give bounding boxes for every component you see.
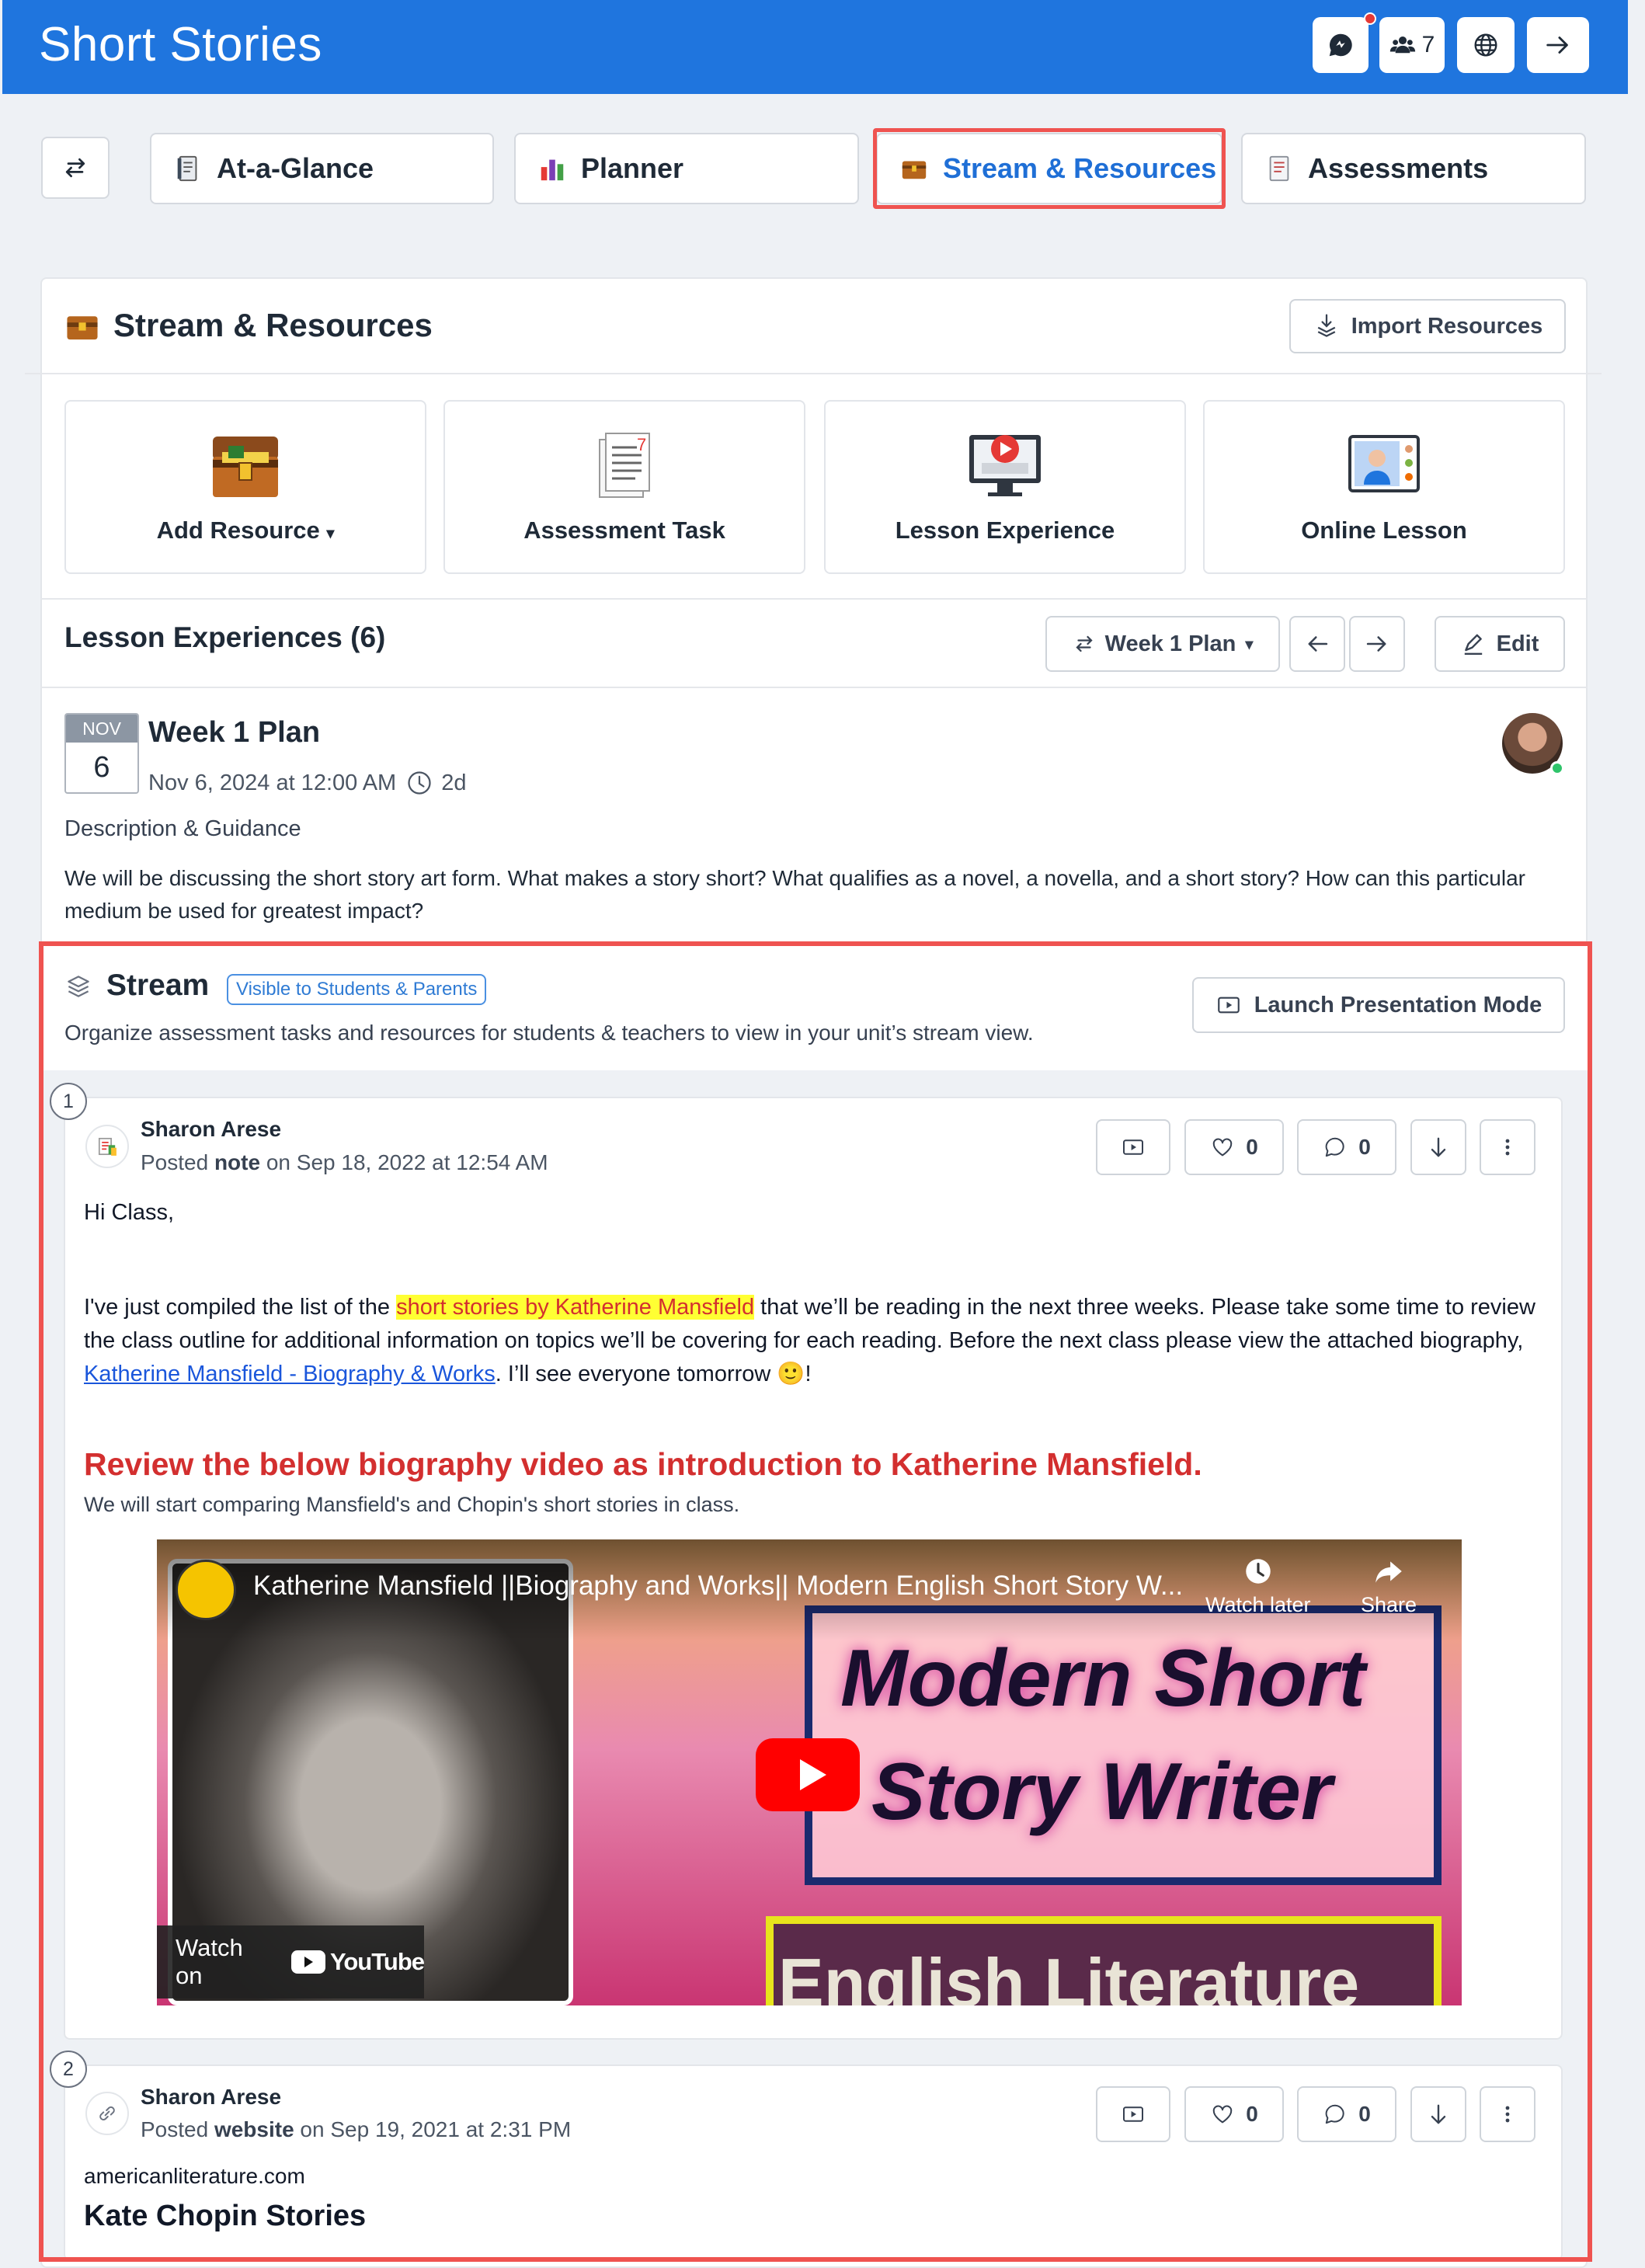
chevron-down-icon: ▾ <box>1245 635 1254 653</box>
add-resource-tile[interactable]: Add Resource ▾ <box>64 400 426 574</box>
tab-highlight-outline <box>873 128 1226 209</box>
tab-label: Assessments <box>1308 152 1489 184</box>
plan-date-text: Nov 6, 2024 at 12:00 AM <box>148 770 397 795</box>
pencil-icon <box>1464 634 1482 655</box>
document-icon <box>1269 155 1289 182</box>
description-text: We will be discussing the short story ar… <box>64 866 1525 923</box>
plan-date: Nov 6, 2024 at 12:00 AM 2d <box>148 769 466 797</box>
members-button[interactable]: 7 <box>1379 17 1445 73</box>
divider <box>40 687 1588 688</box>
lesson-experience-tile[interactable]: Lesson Experience <box>824 400 1186 574</box>
tile-label: Assessment Task <box>523 517 725 544</box>
swap-arrows-icon <box>65 158 85 178</box>
lesson-experiences-title: Lesson Experiences (6) <box>64 621 386 653</box>
arrow-left-icon <box>1308 636 1328 652</box>
calendar-day: 6 <box>93 751 110 784</box>
stream-highlight-outline <box>39 941 1592 2262</box>
description-heading: Description & Guidance <box>64 816 301 841</box>
week-plan-label: Week 1 Plan <box>1104 631 1236 656</box>
calendar-month: NOV <box>66 715 137 743</box>
users-icon <box>1389 36 1415 54</box>
notebook-icon <box>177 155 197 182</box>
chat-icon <box>1329 33 1352 57</box>
divider <box>40 598 1588 600</box>
treasure-chest-icon <box>213 437 278 497</box>
tab-label: At-a-Glance <box>217 152 374 184</box>
import-stack-icon <box>1317 314 1336 337</box>
tile-label: Online Lesson <box>1301 517 1467 544</box>
calendar-date-badge: NOV 6 <box>64 713 139 794</box>
tile-label: Add Resource ▾ <box>156 517 335 544</box>
import-resources-button[interactable]: Import Resources <box>1289 299 1566 353</box>
next-plan-button[interactable] <box>1349 616 1405 672</box>
assessment-document-icon: 7 <box>599 433 650 498</box>
presentation-screen-icon <box>969 435 1041 496</box>
divider <box>25 373 1602 374</box>
section-title: Stream & Resources <box>113 307 433 343</box>
svg-text:7: 7 <box>637 435 646 454</box>
swap-arrows-icon <box>1076 635 1093 652</box>
online-status-dot <box>1550 761 1564 775</box>
plan-title: Week 1 Plan <box>148 716 321 749</box>
week-plan-dropdown[interactable]: Week 1 Plan ▾ <box>1045 616 1280 672</box>
arrow-right-icon <box>1546 37 1568 54</box>
language-button[interactable] <box>1457 17 1515 73</box>
edit-label: Edit <box>1496 631 1539 656</box>
plan-duration: 2d <box>441 770 467 795</box>
tab-assessments[interactable]: Assessments <box>1241 133 1586 204</box>
import-label: Import Resources <box>1351 313 1543 339</box>
notification-dot <box>1364 12 1376 25</box>
clock-icon <box>408 771 431 795</box>
arrow-right-icon <box>1366 636 1386 652</box>
tab-at-a-glance[interactable]: At-a-Glance <box>150 133 494 204</box>
online-lesson-tile[interactable]: Online Lesson <box>1203 400 1565 574</box>
edit-button[interactable]: Edit <box>1435 616 1565 672</box>
sidebar-toggle-button[interactable] <box>41 137 110 199</box>
bar-chart-icon <box>541 159 564 181</box>
chat-button[interactable] <box>1313 17 1369 73</box>
assessment-task-tile[interactable]: 7 Assessment Task <box>443 400 805 574</box>
exit-button[interactable] <box>1527 17 1589 73</box>
video-call-icon <box>1348 435 1420 492</box>
tab-label: Planner <box>581 152 684 184</box>
treasure-chest-icon <box>67 316 98 340</box>
tab-planner[interactable]: Planner <box>514 133 859 204</box>
previous-plan-button[interactable] <box>1289 616 1345 672</box>
globe-icon <box>1474 33 1497 57</box>
app-title: Short Stories <box>39 18 322 71</box>
members-count: 7 <box>1421 32 1435 57</box>
tile-label: Lesson Experience <box>895 517 1115 544</box>
